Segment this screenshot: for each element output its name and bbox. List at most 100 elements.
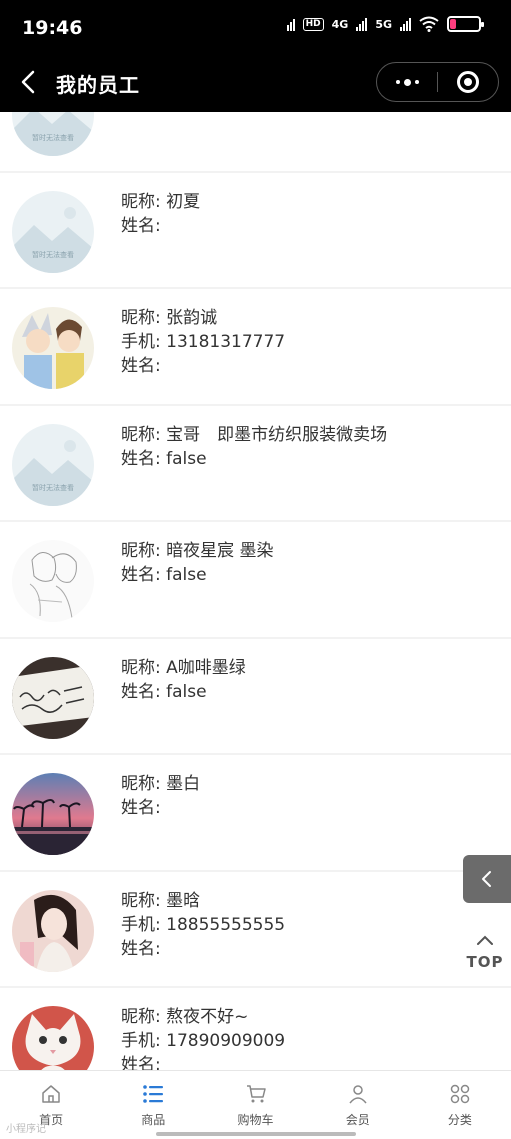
avatar: 暂时无法查看 bbox=[12, 423, 94, 506]
page-title: 我的员工 bbox=[56, 73, 140, 97]
nickname-line-label: 昵称: bbox=[121, 1007, 161, 1027]
placeholder-text: 暂时无法查看 bbox=[32, 250, 74, 259]
name-line: 姓名: bbox=[121, 937, 285, 961]
signal-icon bbox=[286, 17, 295, 31]
nickname-line: 昵称: 宝哥 即墨市纺织服装微卖场 bbox=[121, 423, 387, 447]
signal-4g-icon bbox=[356, 17, 368, 31]
tab-member[interactable]: 会员 bbox=[307, 1071, 409, 1139]
nickname-line-label: 昵称: bbox=[121, 424, 161, 445]
name-line: 姓名: false bbox=[121, 563, 274, 587]
nickname-line-label: 昵称: bbox=[121, 191, 161, 212]
phone-line-label: 手机: bbox=[121, 914, 161, 935]
nickname-line-value: 初夏 bbox=[166, 191, 201, 212]
top-label: TOP bbox=[466, 953, 504, 971]
employee-row[interactable]: 暂时无法查看昵称: bbox=[0, 112, 511, 173]
nickname-line-value: 暗夜星宸 墨染 bbox=[166, 541, 274, 561]
phone-line: 手机: 17890909009 bbox=[121, 1029, 285, 1053]
tab-label: 分类 bbox=[447, 1113, 472, 1127]
employee-row[interactable]: 昵称: 暗夜星宸 墨染 姓名: false bbox=[0, 522, 511, 639]
nickname-line: 昵称: 张韵诚 bbox=[121, 306, 285, 330]
home-indicator bbox=[156, 1132, 356, 1136]
name-line-label: 姓名: bbox=[121, 938, 161, 959]
name-line-value: false bbox=[166, 565, 207, 585]
phone-line-label: 手机: bbox=[121, 332, 161, 352]
collapse-float-button[interactable] bbox=[463, 855, 511, 903]
chevron-left-icon bbox=[21, 70, 35, 94]
placeholder-text: 暂时无法查看 bbox=[32, 483, 74, 492]
status-time: 19:46 bbox=[22, 17, 83, 39]
back-to-top-button[interactable]: TOP bbox=[463, 930, 507, 971]
nickname-line-value: 张韵诚 bbox=[166, 308, 218, 328]
employee-row[interactable]: 暂时无法查看 昵称: 宝哥 即墨市纺织服装微卖场 姓名: false bbox=[0, 405, 511, 522]
nickname-line-value: 宝哥 即墨市纺织服装微卖场 bbox=[166, 424, 388, 445]
employee-info: 昵称: 墨白 姓名: bbox=[121, 772, 200, 820]
page: 19:46 HD 4G 5G 18 我的员工 暂时无法查看 暂时无法查看 昵称:… bbox=[0, 0, 511, 1139]
nickname-line-value: A咖啡墨绿 bbox=[166, 657, 246, 678]
tab-products[interactable]: 商品 bbox=[102, 1071, 204, 1139]
avatar: 暂时无法查看 bbox=[12, 190, 94, 273]
name-line: 姓名: bbox=[121, 796, 200, 820]
employee-list[interactable]: 暂时无法查看昵称: 暂时无法查看昵称: 初夏姓名: 昵称: 张韵诚手机: 131… bbox=[0, 112, 511, 1070]
nickname-line-label: 昵称: bbox=[121, 541, 161, 561]
name-line: 姓名: bbox=[121, 214, 200, 238]
employee-row[interactable]: 昵称: 熬夜不好~ 手机: 17890909009 姓名: bbox=[0, 988, 511, 1070]
nickname-line-label: 昵称: bbox=[121, 657, 161, 678]
employee-info: 昵称: 墨晗 手机: 18855555555 姓名: bbox=[121, 889, 285, 961]
status-icons: HD 4G 5G 18 bbox=[286, 16, 484, 32]
target-icon bbox=[457, 71, 479, 93]
name-line-label: 姓名: bbox=[121, 215, 161, 236]
phone-line-label: 手机: bbox=[121, 1031, 161, 1051]
avatar bbox=[12, 1006, 94, 1070]
name-line: 姓名: bbox=[121, 1053, 285, 1070]
employee-row[interactable]: 昵称: 墨白 姓名: bbox=[0, 755, 511, 872]
user-icon bbox=[349, 1085, 367, 1104]
employee-row[interactable]: 昵称: 张韵诚 手机: 13181317777 姓名: bbox=[0, 289, 511, 406]
name-line-label: 姓名: bbox=[121, 681, 161, 702]
name-line: 姓名: false bbox=[121, 680, 246, 704]
nickname-line: 昵称: 墨白 bbox=[121, 772, 200, 796]
nickname-line-value: 墨晗 bbox=[166, 890, 201, 911]
battery-level: 18 bbox=[457, 17, 471, 28]
more-dot-icon bbox=[414, 80, 419, 84]
more-button[interactable] bbox=[377, 63, 437, 101]
signal-5g-icon bbox=[400, 17, 411, 31]
close-miniprogram-button[interactable] bbox=[438, 63, 498, 101]
phone-line: 手机: 18855555555 bbox=[121, 913, 285, 937]
list-icon bbox=[143, 1085, 164, 1103]
tab-category[interactable]: 分类 bbox=[409, 1071, 511, 1139]
avatar bbox=[12, 540, 94, 622]
nickname-line-value: 墨白 bbox=[166, 774, 201, 794]
employee-info: 昵称: A咖啡墨绿 姓名: false bbox=[121, 656, 246, 704]
tab-cart[interactable]: 购物车 bbox=[204, 1071, 306, 1139]
nickname-line: 昵称: A咖啡墨绿 bbox=[121, 656, 246, 680]
employee-row[interactable]: 昵称: A咖啡墨绿 姓名: false bbox=[0, 638, 511, 755]
tab-label: 商品 bbox=[141, 1113, 166, 1127]
phone-line-value: 18855555555 bbox=[166, 914, 286, 935]
nav-header: 我的员工 bbox=[0, 56, 511, 112]
employee-info: 昵称: 张韵诚 手机: 13181317777 姓名: bbox=[121, 306, 285, 378]
name-line-value: false bbox=[166, 681, 207, 702]
wifi-icon bbox=[419, 16, 439, 32]
more-dot-icon bbox=[403, 78, 411, 86]
employee-row[interactable]: 暂时无法查看 昵称: 初夏 姓名: bbox=[0, 172, 511, 289]
back-button[interactable] bbox=[14, 68, 44, 98]
nickname-line-value: 熬夜不好~ bbox=[166, 1007, 249, 1027]
nickname-line-label: 昵称: bbox=[121, 774, 161, 794]
miniprogram-capsule bbox=[376, 62, 499, 102]
cart-icon bbox=[246, 1085, 266, 1103]
employee-row[interactable]: 昵称: 墨晗 手机: 18855555555 姓名: bbox=[0, 871, 511, 988]
battery-icon: 18 bbox=[447, 16, 484, 32]
network-5g-label: 5G bbox=[375, 17, 392, 31]
name-line: 姓名: bbox=[121, 354, 285, 378]
nickname-line: 昵称: 墨晗 bbox=[121, 889, 285, 913]
hd-badge: HD bbox=[302, 17, 324, 31]
name-line-label: 姓名: bbox=[121, 356, 161, 376]
nickname-line-label: 昵称: bbox=[121, 890, 161, 911]
tab-label: 购物车 bbox=[237, 1113, 274, 1127]
employee-list-inner: 暂时无法查看昵称: 暂时无法查看昵称: 初夏姓名: 昵称: 张韵诚手机: 131… bbox=[0, 112, 511, 1070]
avatar bbox=[12, 773, 94, 855]
employee-info: 昵称: 初夏 姓名: bbox=[121, 190, 200, 238]
employee-info: 昵称: 暗夜星宸 墨染 姓名: false bbox=[121, 539, 274, 587]
more-dot-icon bbox=[395, 80, 400, 84]
name-line: 姓名: false bbox=[121, 447, 387, 471]
